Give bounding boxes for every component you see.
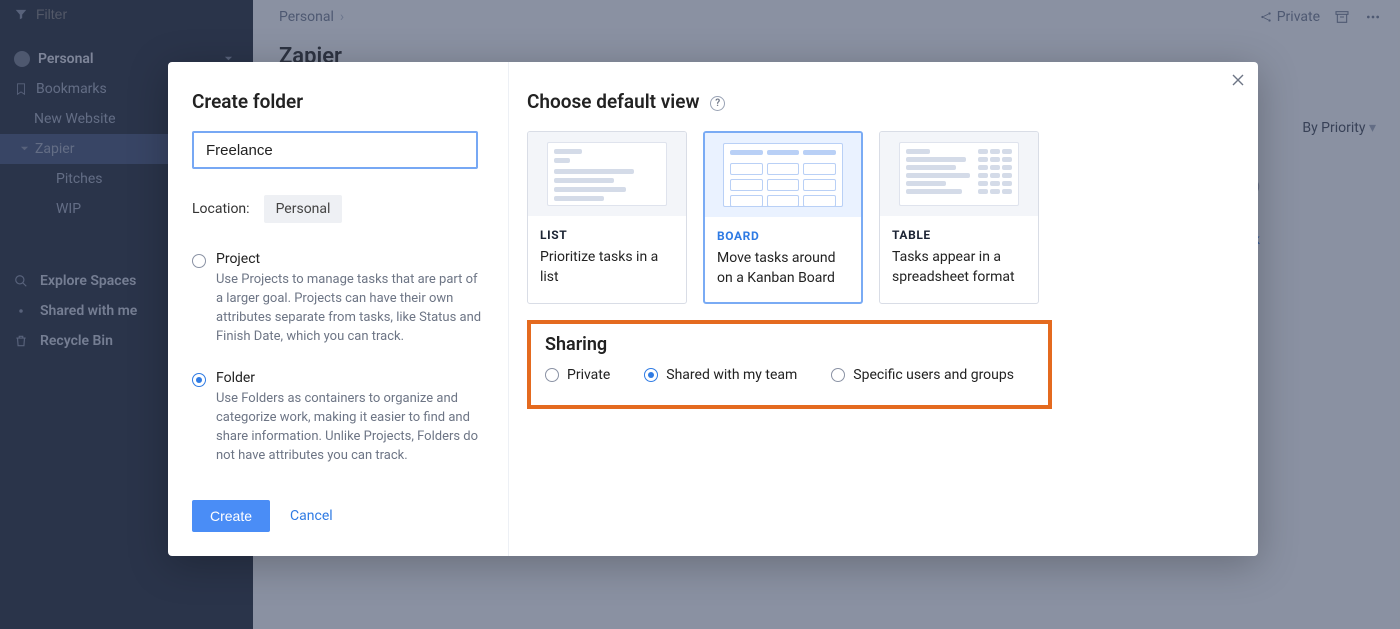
radio-icon	[831, 368, 845, 382]
sharing-title: Sharing	[545, 334, 1034, 355]
radio-icon	[644, 368, 658, 382]
view-cards: LIST Prioritize tasks in a list	[527, 131, 1232, 304]
view-desc: Move tasks around on a Kanban Board	[717, 250, 835, 286]
modal-right: Choose default view ? LIST P	[508, 62, 1258, 556]
location-label: Location:	[192, 201, 250, 217]
view-thumb-table	[880, 132, 1038, 216]
location-chip[interactable]: Personal	[264, 195, 343, 223]
radio-icon	[545, 368, 559, 382]
sharing-label: Private	[567, 367, 610, 383]
view-name: LIST	[540, 228, 674, 242]
sharing-option-specific[interactable]: Specific users and groups	[831, 367, 1014, 383]
type-desc: Use Projects to manage tasks that are pa…	[216, 271, 486, 346]
location-row: Location: Personal	[192, 195, 486, 223]
view-card-list[interactable]: LIST Prioritize tasks in a list	[527, 131, 687, 304]
view-desc: Prioritize tasks in a list	[540, 249, 658, 285]
view-name: TABLE	[892, 228, 1026, 242]
sharing-option-team[interactable]: Shared with my team	[644, 367, 797, 383]
folder-name-input[interactable]	[192, 131, 478, 169]
type-group: Project Use Projects to manage tasks tha…	[192, 251, 486, 466]
create-button[interactable]: Create	[192, 500, 270, 532]
help-icon[interactable]: ?	[710, 96, 725, 111]
radio-icon	[192, 373, 206, 387]
view-thumb-board	[705, 133, 861, 217]
sharing-label: Shared with my team	[666, 367, 797, 383]
modal-left: Create folder Location: Personal Project…	[168, 62, 508, 556]
modal-right-title: Choose default view ?	[527, 90, 1232, 113]
view-card-board[interactable]: BOARD Move tasks around on a Kanban Boar…	[703, 131, 863, 304]
type-option-project[interactable]: Project Use Projects to manage tasks tha…	[192, 251, 486, 346]
type-name: Project	[216, 251, 486, 267]
view-card-table[interactable]: TABLE Tasks appear in a spreadsheet form…	[879, 131, 1039, 304]
create-folder-modal: Create folder Location: Personal Project…	[168, 62, 1258, 556]
type-desc: Use Folders as containers to organize an…	[216, 390, 486, 465]
type-name: Folder	[216, 370, 486, 386]
view-desc: Tasks appear in a spreadsheet format	[892, 249, 1015, 285]
modal-title: Create folder	[192, 90, 486, 113]
cancel-button[interactable]: Cancel	[290, 508, 333, 524]
view-name: BOARD	[717, 229, 849, 243]
sharing-section: Sharing Private Shared with my team Spec…	[527, 320, 1052, 409]
type-option-folder[interactable]: Folder Use Folders as containers to orga…	[192, 370, 486, 465]
radio-icon	[192, 254, 206, 268]
sharing-options: Private Shared with my team Specific use…	[545, 367, 1034, 383]
view-thumb-list	[528, 132, 686, 216]
sharing-option-private[interactable]: Private	[545, 367, 610, 383]
sharing-label: Specific users and groups	[853, 367, 1014, 383]
modal-buttons: Create Cancel	[192, 500, 333, 532]
